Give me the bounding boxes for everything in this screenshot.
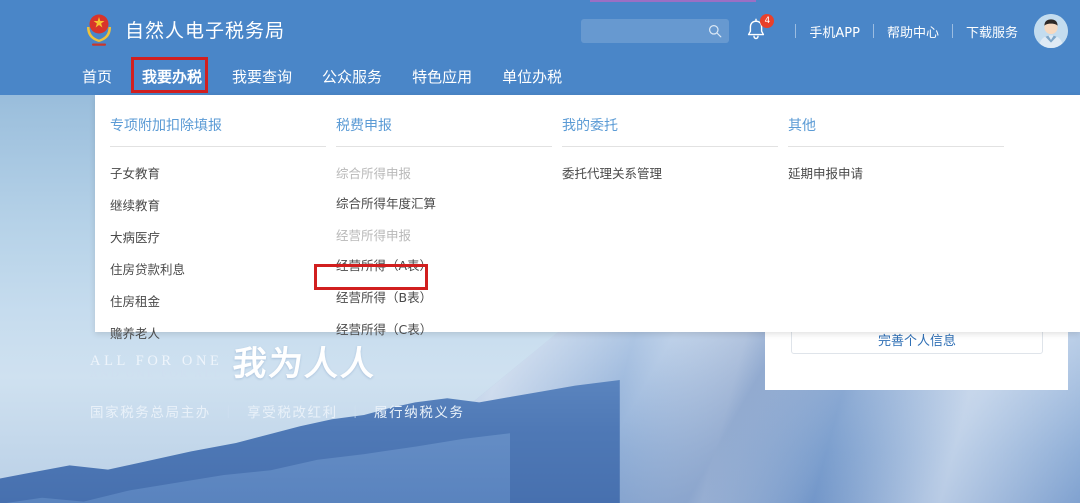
menu-item-agency-relationship-management[interactable]: 委托代理关系管理 [562, 163, 778, 182]
slogan-footer-sep-1: | [353, 403, 359, 418]
mega-menu-columns: 专项附加扣除填报 子女教育 继续教育 大病医疗 住房贷款利息 住房租金 赡养老人… [95, 95, 1080, 355]
menu-item-deferred-declaration-application[interactable]: 延期申报申请 [788, 163, 1004, 182]
menu-item-business-income-form-b[interactable]: 经营所得（B表） [336, 287, 552, 306]
brand-title: 自然人电子税务局 [125, 19, 286, 42]
notification-badge: 4 [760, 14, 775, 28]
menu-item-child-education[interactable]: 子女教育 [110, 163, 326, 182]
header-divider-2 [951, 24, 953, 38]
header-right-cluster: 4 手机APP 帮助中心 下载服务 [581, 14, 1074, 48]
slogan-footer-item-1: 享受税改红利 [247, 405, 338, 420]
header-link-download-service[interactable]: 下载服务 [966, 22, 1018, 41]
header-divider-0 [795, 24, 797, 38]
notifications-button[interactable]: 4 [745, 14, 775, 46]
menu-item-business-income-form-a[interactable]: 经营所得（A表） [336, 255, 552, 274]
slogan-english-line2: AND ONE FOR ALL [90, 368, 223, 381]
mega-menu-column-tax-declaration: 税费申报 综合所得申报 综合所得年度汇算 经营所得申报 经营所得（A表） 经营所… [336, 115, 552, 355]
search-icon[interactable] [708, 24, 722, 43]
menu-item-housing-rent[interactable]: 住房租金 [110, 291, 326, 310]
mega-menu-panel: 专项附加扣除填报 子女教育 继续教育 大病医疗 住房贷款利息 住房租金 赡养老人… [95, 95, 1080, 341]
slogan-footer-item-0: 国家税务总局主办 [90, 405, 211, 420]
column-rule [336, 146, 552, 147]
user-avatar-icon[interactable] [1034, 14, 1068, 48]
top-accent-line [590, 0, 756, 2]
search-box[interactable] [581, 19, 730, 43]
column-title: 专项附加扣除填报 [110, 118, 222, 134]
column-title: 我的委托 [562, 118, 618, 134]
site-header: 自然人电子税务局 4 手机APP 帮助中心 下载服务 首页 我要办税 我要查询 … [0, 0, 1080, 95]
column-title: 其他 [788, 118, 816, 134]
menu-group-business-income: 经营所得申报 [336, 228, 412, 243]
menu-item-serious-illness-medical[interactable]: 大病医疗 [110, 227, 326, 246]
column-rule [110, 146, 326, 147]
brand[interactable]: 自然人电子税务局 [82, 11, 285, 47]
header-link-mobile-app[interactable]: 手机APP [809, 22, 860, 41]
nav-item-featured-apps[interactable]: 特色应用 [412, 60, 472, 93]
column-title: 税费申报 [336, 118, 392, 134]
menu-item-elderly-support[interactable]: 赡养老人 [110, 323, 326, 342]
menu-item-housing-loan-interest[interactable]: 住房贷款利息 [110, 259, 326, 278]
menu-item-annual-settlement[interactable]: 综合所得年度汇算 [336, 193, 552, 212]
column-rule [562, 146, 778, 147]
slogan-english: ALL FOR ONE AND ONE FOR ALL [90, 354, 223, 385]
nav-item-unit-tax[interactable]: 单位办税 [502, 60, 562, 93]
menu-group-comprehensive-income: 综合所得申报 [336, 166, 412, 181]
nav-item-tax-query[interactable]: 我要查询 [232, 60, 292, 93]
nav-item-public-service[interactable]: 公众服务 [322, 60, 382, 93]
menu-item-business-income-form-c[interactable]: 经营所得（C表） [336, 319, 552, 338]
column-rule [788, 146, 1004, 147]
nav-item-home[interactable]: 首页 [82, 60, 112, 93]
slogan-footer: 国家税务总局主办 | 享受税改红利 | 履行纳税义务 [90, 401, 465, 421]
mega-menu-column-my-entrustment: 我的委托 委托代理关系管理 [562, 115, 778, 355]
mega-menu-column-other: 其他 延期申报申请 [788, 115, 1004, 355]
menu-item-continuing-education[interactable]: 继续教育 [110, 195, 326, 214]
mega-menu-column-special-deductions: 专项附加扣除填报 子女教育 继续教育 大病医疗 住房贷款利息 住房租金 赡养老人 [110, 115, 326, 355]
slogan-footer-item-2: 履行纳税义务 [374, 405, 465, 420]
search-input[interactable] [581, 19, 700, 43]
bell-icon [745, 18, 767, 46]
tax-emblem-icon [82, 11, 116, 47]
slogan-footer-sep-0: | [226, 403, 232, 418]
nav-item-tax-handling[interactable]: 我要办税 [142, 60, 202, 93]
header-divider-1 [872, 24, 874, 38]
header-link-help-center[interactable]: 帮助中心 [887, 22, 939, 41]
main-nav: 首页 我要办税 我要查询 公众服务 特色应用 单位办税 [82, 60, 592, 93]
slogan-english-line1: ALL FOR ONE [90, 353, 223, 370]
